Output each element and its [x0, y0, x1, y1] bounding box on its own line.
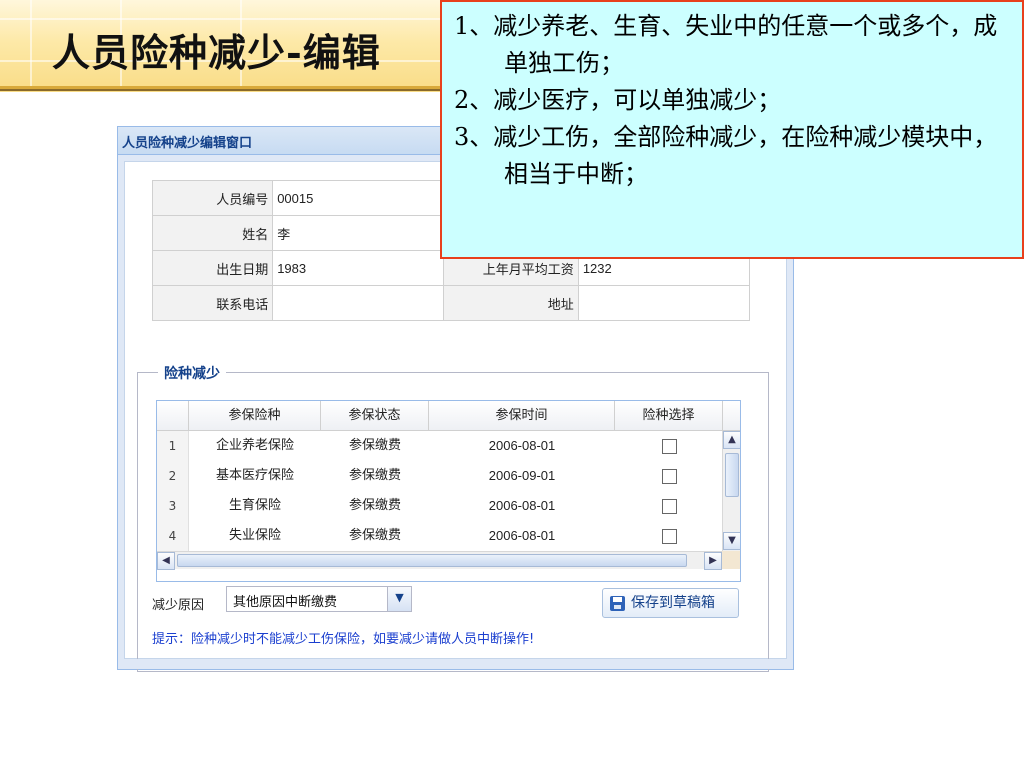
date-cell: 2006-09-01: [488, 468, 556, 483]
save-button-label: 保存到草稿箱: [631, 595, 715, 611]
scroll-corner: [722, 551, 740, 569]
table-row[interactable]: 2 基本医疗保险 参保缴费 2006-09-01: [157, 461, 723, 491]
insurance-select-checkbox[interactable]: [662, 529, 677, 544]
vertical-scroll-thumb[interactable]: [725, 453, 739, 497]
reduce-reason-label: 减少原因: [152, 598, 205, 613]
insurance-reduce-fieldset: 险种减少 参保险种 参保状态 参保时间 险种选择 1 企业养老保险 参保缴费 2…: [137, 363, 769, 672]
reduce-reason-select[interactable]: 其他原因中断缴费 ▼: [226, 586, 412, 612]
status-cell: 参保缴费: [348, 468, 401, 483]
person-no-label: 人员编号: [151, 180, 274, 216]
status-cell: 参保缴费: [348, 438, 401, 453]
column-header-status[interactable]: 参保状态: [321, 401, 429, 431]
window-title: 人员险种减少编辑窗口: [122, 136, 253, 151]
insurance-grid: 参保险种 参保状态 参保时间 险种选择 1 企业养老保险 参保缴费 2006-0…: [156, 400, 741, 582]
date-cell: 2006-08-01: [488, 528, 556, 543]
address-label: 地址: [443, 285, 579, 321]
table-row[interactable]: 3 生育保险 参保缴费 2006-08-01: [157, 491, 723, 521]
insurance-select-checkbox[interactable]: [662, 499, 677, 514]
chevron-down-icon[interactable]: ▼: [387, 587, 411, 611]
insurance-select-checkbox[interactable]: [662, 469, 677, 484]
fieldset-title: 险种减少: [158, 363, 226, 383]
column-header-date[interactable]: 参保时间: [429, 401, 615, 431]
row-number: 3: [157, 491, 189, 521]
callout-item: 1、减少养老、生育、失业中的任意一个或多个，成单独工伤；: [454, 12, 998, 77]
scroll-down-icon[interactable]: ▼: [723, 532, 740, 550]
scroll-right-icon[interactable]: ▶: [704, 552, 722, 570]
callout-item: 2、减少医疗，可以单独减少；: [454, 86, 782, 114]
column-header-select[interactable]: 险种选择: [615, 401, 723, 431]
horizontal-scroll-thumb[interactable]: [177, 554, 687, 567]
row-number: 2: [157, 461, 189, 491]
scroll-left-icon[interactable]: ◀: [157, 552, 175, 570]
insurance-select-checkbox[interactable]: [662, 439, 677, 454]
window-footer: [118, 659, 793, 669]
status-cell: 参保缴费: [348, 498, 401, 513]
address-value: [577, 285, 751, 321]
phone-value: [272, 285, 445, 321]
insurance-type-cell: 基本医疗保险: [215, 468, 294, 483]
name-value: 李: [272, 215, 445, 251]
column-header-insurance-type[interactable]: 参保险种: [189, 401, 321, 431]
row-number-header: [157, 401, 189, 431]
table-row[interactable]: 1 企业养老保险 参保缴费 2006-08-01: [157, 431, 723, 461]
insurance-type-cell: 生育保险: [228, 498, 281, 513]
scroll-up-icon[interactable]: ▲: [723, 431, 740, 449]
row-number: 1: [157, 431, 189, 461]
floppy-disk-icon: [610, 596, 625, 611]
row-number: 4: [157, 521, 189, 551]
vertical-scrollbar[interactable]: ▲ ▼: [722, 431, 740, 551]
annotation-callout: 1、减少养老、生育、失业中的任意一个或多个，成单独工伤； 2、减少医疗，可以单独…: [440, 0, 1024, 259]
save-to-drafts-button[interactable]: 保存到草稿箱: [602, 588, 739, 618]
hint-text: 提示：险种减少时不能减少工伤保险，如要减少请做人员中断操作!: [152, 632, 535, 647]
table-row[interactable]: 4 失业保险 参保缴费 2006-08-01: [157, 521, 723, 551]
birth-value: 1983: [272, 250, 445, 286]
birth-label: 出生日期: [151, 250, 274, 286]
reduce-reason-value: 其他原因中断缴费: [233, 595, 338, 610]
horizontal-scrollbar[interactable]: ◀ ▶: [157, 551, 740, 570]
grid-header: 参保险种 参保状态 参保时间 险种选择: [157, 401, 740, 431]
date-cell: 2006-08-01: [488, 498, 556, 513]
header-decoration: [30, 0, 32, 86]
header-decoration: [0, 18, 440, 20]
insurance-type-cell: 失业保险: [228, 528, 281, 543]
name-label: 姓名: [151, 215, 274, 251]
status-cell: 参保缴费: [348, 528, 401, 543]
person-no-value: 00015: [272, 180, 445, 216]
phone-label: 联系电话: [151, 285, 274, 321]
insurance-type-cell: 企业养老保险: [215, 438, 294, 453]
callout-item: 3、减少工伤，全部险种减少，在险种减少模块中，相当于中断；: [454, 123, 998, 188]
slide-title: 人员险种减少-编辑: [52, 30, 381, 75]
date-cell: 2006-08-01: [488, 438, 556, 453]
